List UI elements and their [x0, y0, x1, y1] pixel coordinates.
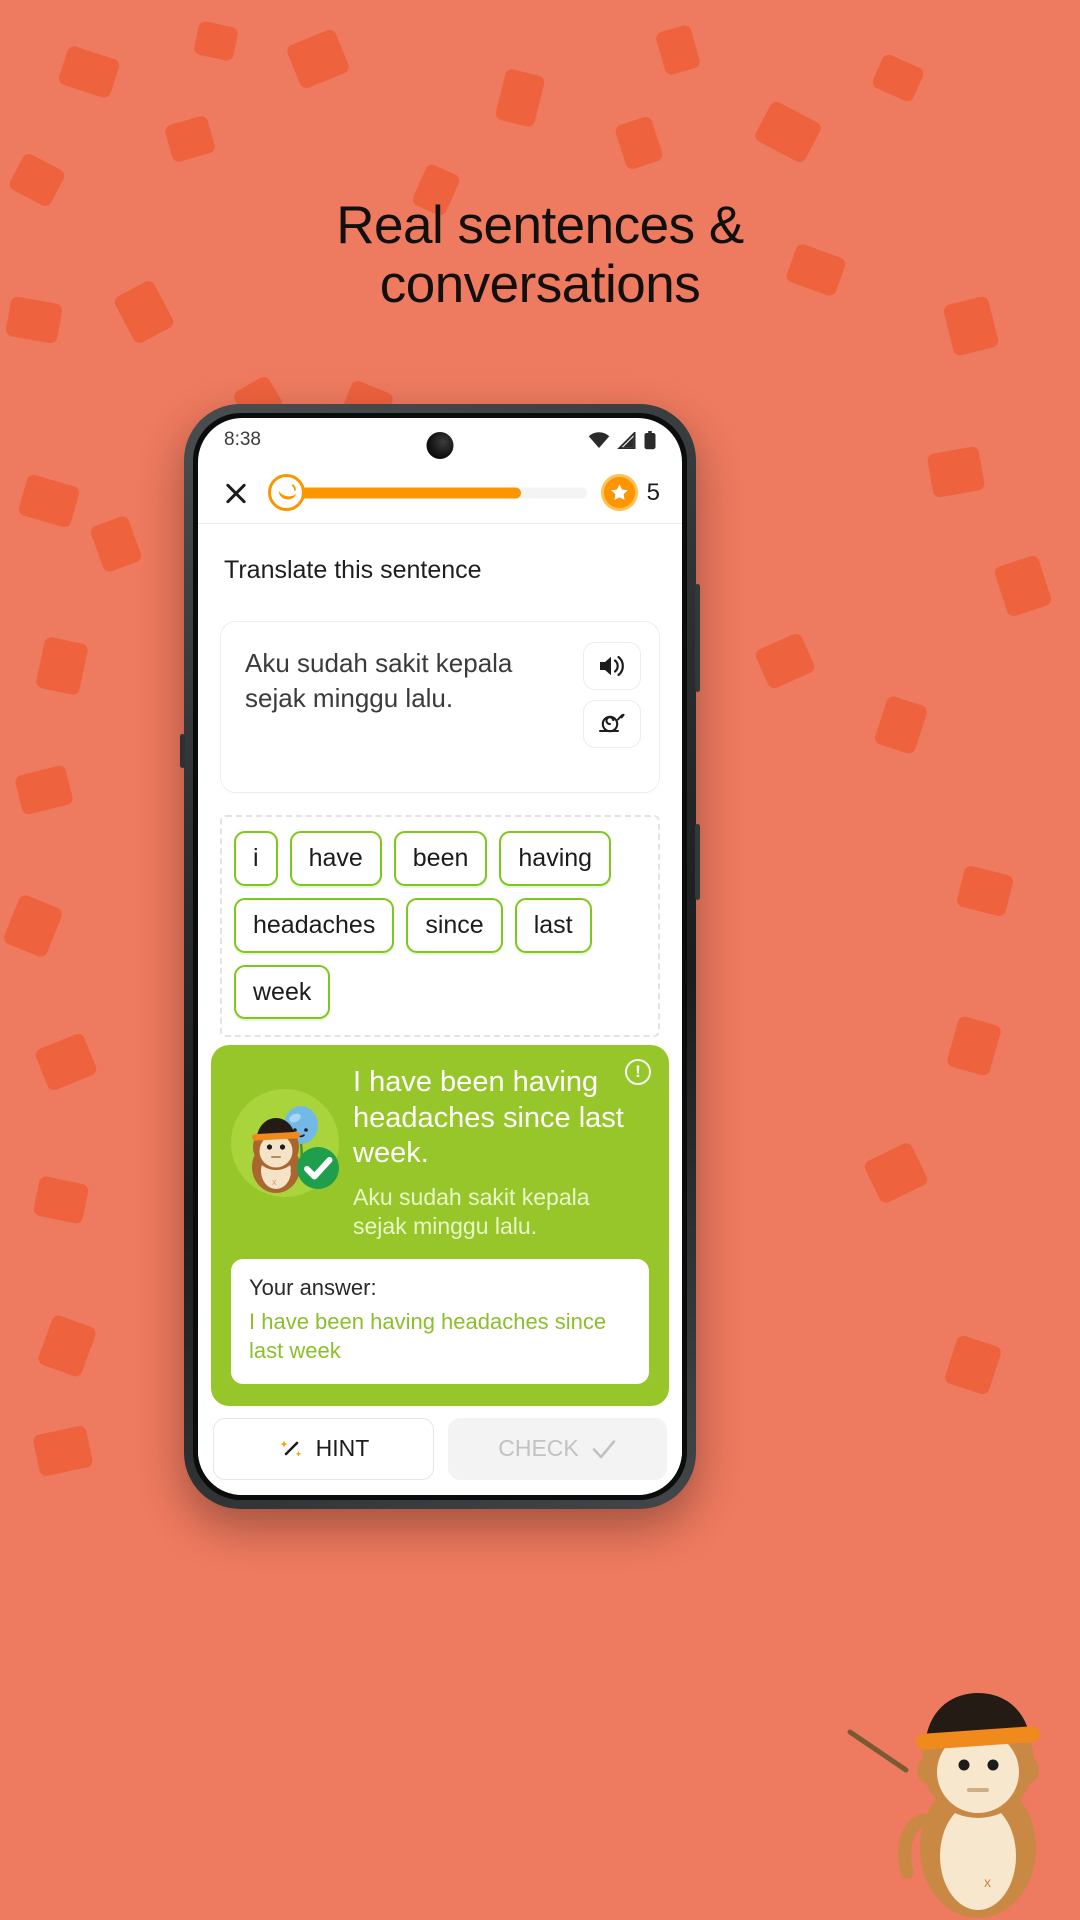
confetti-shape	[36, 1313, 98, 1379]
confetti-shape	[752, 99, 824, 165]
word-bank[interactable]: i have been having headaches since last week	[220, 815, 660, 1038]
confetti-shape	[32, 1175, 90, 1225]
snail-icon[interactable]	[583, 700, 641, 748]
confetti-shape	[753, 631, 817, 691]
confetti-shape	[870, 52, 926, 104]
feedback-panel: ! x I have been having headaches since l…	[211, 1045, 669, 1406]
confetti-shape	[192, 20, 240, 62]
left-side-button[interactable]	[180, 734, 185, 768]
your-answer-label: Your answer:	[249, 1275, 377, 1301]
confetti-shape	[993, 554, 1053, 618]
headline-line-2: conversations	[379, 255, 701, 315]
phone-mockup: 8:38 5 Translate this sentence Aku sudah…	[180, 404, 700, 1509]
confetti-shape	[285, 27, 351, 91]
check-label: CHECK	[498, 1435, 579, 1461]
word-tile[interactable]: been	[393, 831, 488, 886]
confetti-shape	[945, 1014, 1003, 1078]
confetti-shape	[17, 473, 81, 529]
close-icon[interactable]	[218, 475, 254, 511]
confetti-shape	[862, 1140, 930, 1206]
feedback-top: x I have been having headaches since las…	[231, 1063, 649, 1241]
audio-controls	[583, 642, 641, 748]
confetti-shape	[33, 1031, 99, 1093]
confetti-shape	[88, 514, 144, 574]
word-tile[interactable]: since	[406, 897, 503, 953]
phone-screen: 8:38 5 Translate this sentence Aku sudah…	[198, 418, 682, 1495]
monkey-mascot-icon: x	[231, 1089, 339, 1198]
svg-text:x: x	[272, 1177, 277, 1187]
progress-fill	[288, 487, 521, 498]
exercise-prompt: Translate this sentence	[224, 556, 482, 584]
hint-label: HINT	[315, 1435, 370, 1461]
word-tile[interactable]: have	[289, 831, 382, 886]
check-circle-icon	[297, 1147, 339, 1190]
hint-button[interactable]: HINT	[213, 1417, 434, 1480]
speaker-icon[interactable]	[583, 642, 641, 690]
confetti-shape	[494, 67, 546, 129]
coin-count: 5	[646, 478, 660, 506]
check-button[interactable]: CHECK	[448, 1417, 667, 1480]
confetti-shape	[1, 893, 65, 959]
sentence-card: Aku sudah sakit kepala sejak minggu lalu…	[220, 621, 660, 793]
magic-wand-icon	[280, 1440, 301, 1457]
volume-button[interactable]	[695, 584, 700, 692]
confetti-shape	[57, 44, 121, 100]
svg-text:x: x	[984, 1874, 991, 1890]
correct-answer: I have been having headaches since last …	[353, 1066, 624, 1169]
headline-line-1: Real sentences &	[336, 196, 744, 255]
confetti-shape	[163, 114, 217, 164]
star-coin-icon	[600, 474, 638, 511]
confetti-shape	[32, 1424, 94, 1478]
confetti-shape	[654, 23, 702, 77]
status-time: 8:38	[224, 429, 261, 450]
progress-bar	[268, 474, 587, 511]
sentence-text: Aku sudah sakit kepala sejak minggu lalu…	[245, 648, 513, 714]
wifi-icon	[588, 431, 610, 448]
word-tile[interactable]: week	[234, 964, 331, 1020]
monkey-mascot-large-icon: x	[847, 1693, 1040, 1918]
confetti-shape	[955, 864, 1015, 918]
word-tile[interactable]: last	[514, 897, 592, 953]
word-tile[interactable]: i	[234, 831, 278, 886]
power-button[interactable]	[695, 824, 700, 900]
check-icon	[592, 1439, 616, 1458]
your-answer-box: Your answer: I have been having headache…	[231, 1259, 649, 1384]
exercise-body: Translate this sentence Aku sudah sakit …	[198, 524, 682, 1495]
status-bar: 8:38	[198, 418, 682, 462]
battery-icon	[644, 430, 656, 449]
phone-bezel: 8:38 5 Translate this sentence Aku sudah…	[193, 413, 687, 1500]
word-tile[interactable]: having	[499, 831, 612, 886]
confetti-shape	[943, 1334, 1003, 1396]
progress-track	[288, 487, 587, 498]
confetti-shape	[926, 445, 986, 499]
source-sentence: Aku sudah sakit kepala sejak minggu lalu…	[353, 1184, 590, 1240]
signal-icon	[617, 431, 636, 449]
exercise-header: 5	[198, 462, 682, 524]
word-tile[interactable]: headaches	[234, 897, 395, 953]
coin-counter[interactable]: 5	[600, 474, 660, 511]
confetti-shape	[613, 115, 665, 171]
camera-punch-hole	[426, 432, 454, 459]
banana-icon	[268, 474, 305, 511]
bottom-action-bar: HINT CHECK	[198, 1405, 682, 1495]
confetti-shape	[13, 764, 75, 816]
feedback-texts: I have been having headaches since last …	[353, 1063, 643, 1241]
promo-headline: Real sentences & conversations	[0, 196, 1080, 315]
confetti-shape	[35, 635, 89, 697]
status-icons	[588, 430, 656, 450]
your-answer-value: I have been having headaches since last …	[249, 1309, 607, 1363]
confetti-shape	[873, 694, 929, 756]
